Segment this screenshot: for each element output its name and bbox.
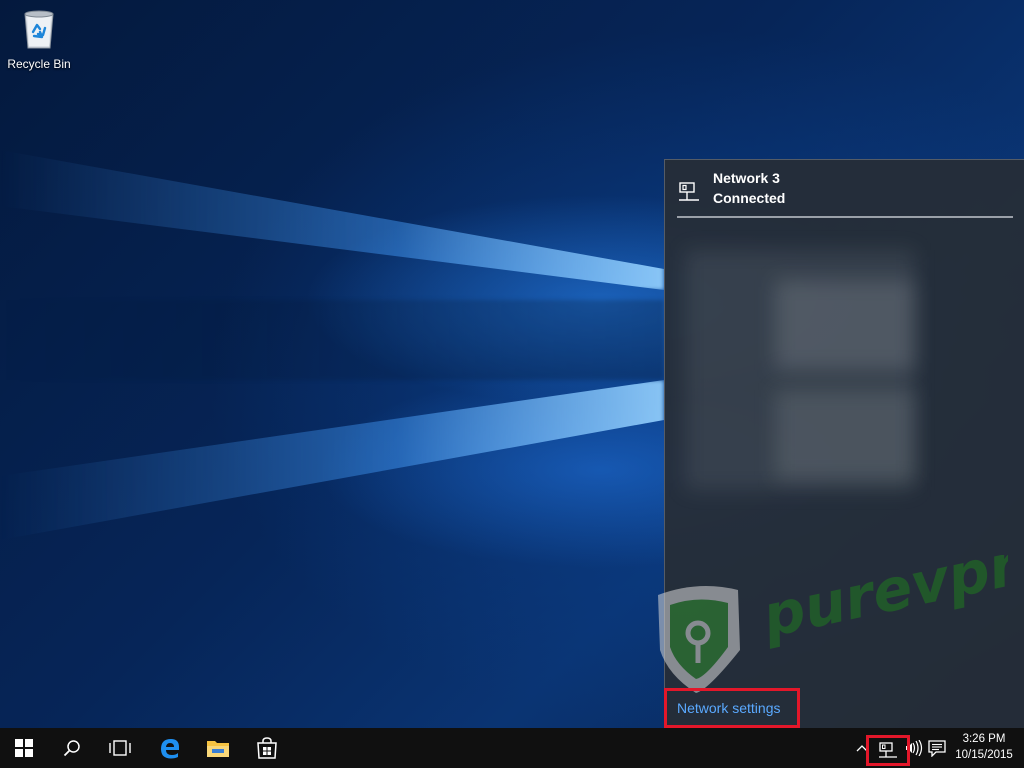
network-status: Connected — [713, 190, 786, 206]
task-view-button[interactable] — [96, 728, 144, 768]
store-icon — [257, 737, 277, 759]
task-view-icon — [109, 740, 131, 756]
network-settings-link[interactable]: Network settings — [664, 688, 800, 728]
edge-browser-icon — [161, 739, 179, 759]
edge-button[interactable] — [146, 728, 194, 768]
light-beam-shadow — [0, 300, 664, 380]
desktop-icon-label: Recycle Bin — [7, 57, 71, 71]
start-button[interactable] — [0, 728, 48, 768]
file-explorer-button[interactable] — [194, 728, 242, 768]
notification-icon — [928, 739, 946, 757]
search-button[interactable] — [48, 728, 96, 768]
ethernet-network-icon — [879, 741, 897, 758]
windows-logo-icon — [15, 739, 33, 757]
blur-block — [775, 390, 915, 480]
ethernet-network-icon — [679, 182, 699, 201]
taskbar-clock[interactable]: 3:26 PM 10/15/2015 — [948, 731, 1020, 763]
watermark-text: purevpn — [756, 555, 1008, 651]
network-item[interactable]: Network 3 Connected — [677, 168, 785, 208]
blur-block — [775, 280, 915, 370]
store-button[interactable] — [243, 728, 291, 768]
network-text: Network 3 Connected — [713, 168, 785, 208]
clock-date: 10/15/2015 — [955, 749, 1013, 761]
desktop-icon-recycle-bin[interactable]: Recycle Bin — [4, 6, 74, 71]
clock-time: 3:26 PM — [962, 733, 1006, 745]
recycle-bin-icon — [24, 10, 54, 49]
light-beam-lower — [0, 380, 664, 540]
tray-network-button[interactable] — [866, 735, 910, 766]
purevpn-watermark: purevpn — [658, 555, 1008, 693]
light-beam-upper — [0, 150, 664, 290]
search-icon — [63, 740, 80, 757]
folder-icon — [207, 741, 229, 757]
action-center-button[interactable] — [926, 728, 948, 768]
flyout-divider — [677, 216, 1013, 218]
network-name: Network 3 — [713, 170, 780, 186]
